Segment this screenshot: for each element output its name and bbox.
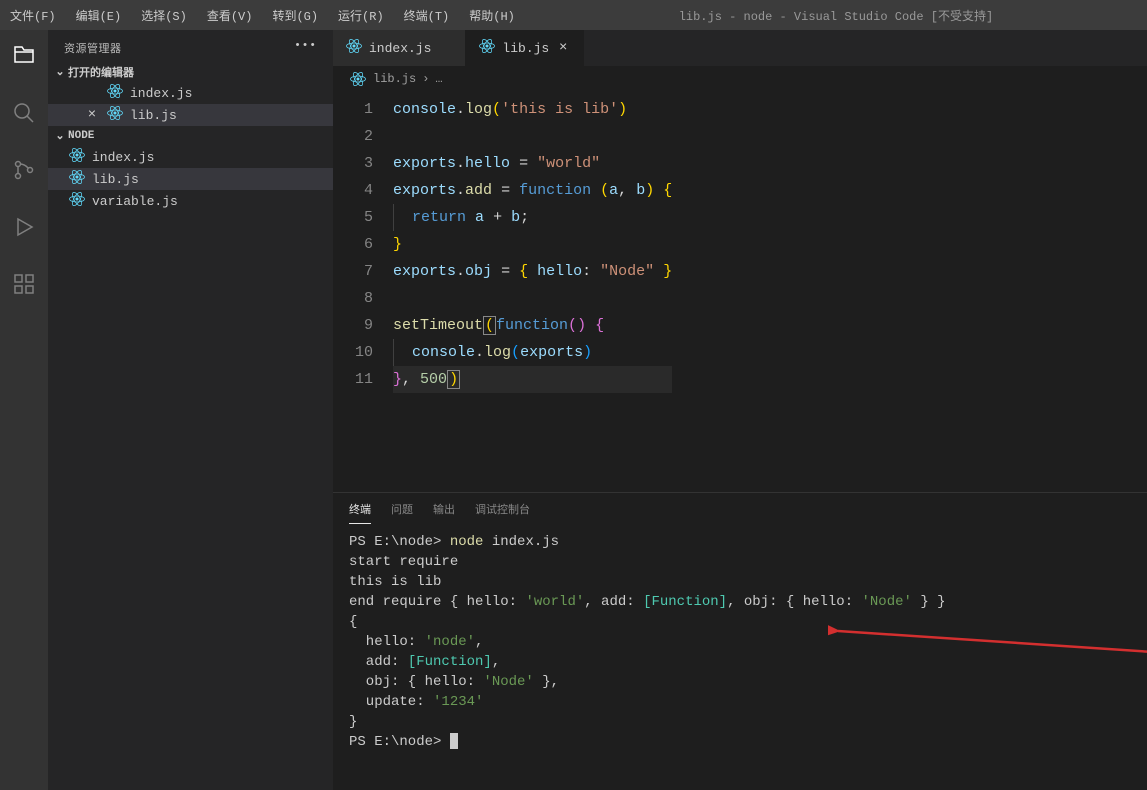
more-icon[interactable]: ••• — [294, 40, 317, 56]
react-icon — [349, 70, 367, 88]
terminal-output[interactable]: PS E:\node> node index.jsstart requireth… — [333, 524, 1147, 790]
file-item[interactable]: lib.js — [48, 168, 333, 190]
menu-bar: 文件(F)编辑(E)选择(S)查看(V)转到(G)运行(R)终端(T)帮助(H) — [0, 7, 525, 24]
menu-item[interactable]: 转到(G) — [262, 7, 328, 24]
breadcrumb-more: … — [435, 72, 442, 86]
code-editor[interactable]: 1234567891011 console.log('this is lib')… — [333, 92, 1147, 492]
editor-area: index.js lib.js × lib.js › … 12345678910… — [333, 30, 1147, 790]
chevron-down-icon: ⌄ — [52, 128, 68, 144]
react-icon — [68, 168, 86, 190]
react-icon — [478, 37, 496, 59]
react-icon — [68, 190, 86, 212]
sidebar-title: 资源管理器 — [64, 40, 122, 56]
tab-label: index.js — [369, 41, 431, 56]
react-icon — [68, 146, 86, 168]
sidebar: 资源管理器 ••• ⌄ 打开的编辑器 index.js × lib.js ⌄ N… — [48, 30, 333, 790]
panel-tab[interactable]: 调试控制台 — [475, 501, 530, 524]
open-editor-item[interactable]: index.js — [48, 82, 333, 104]
menu-item[interactable]: 文件(F) — [0, 7, 66, 24]
placeholder — [84, 85, 100, 101]
panel-tab[interactable]: 问题 — [391, 501, 413, 524]
panel-tabs: 终端问题输出调试控制台 — [333, 493, 1147, 524]
menu-item[interactable]: 编辑(E) — [66, 7, 132, 24]
file-item[interactable]: index.js — [48, 146, 333, 168]
open-editor-item[interactable]: × lib.js — [48, 104, 333, 126]
chevron-down-icon: ⌄ — [52, 64, 68, 80]
line-numbers: 1234567891011 — [333, 96, 393, 492]
open-editors-label: 打开的编辑器 — [68, 64, 134, 80]
chevron-right-icon: › — [422, 72, 429, 86]
menu-item[interactable]: 查看(V) — [197, 7, 263, 24]
file-label: index.js — [130, 86, 192, 101]
tab-label: lib.js — [502, 41, 549, 56]
react-icon — [106, 104, 124, 126]
titlebar: 文件(F)编辑(E)选择(S)查看(V)转到(G)运行(R)终端(T)帮助(H)… — [0, 0, 1147, 30]
window-title: lib.js - node - Visual Studio Code [不受支持… — [525, 7, 1147, 24]
activity-bar — [0, 30, 48, 790]
menu-item[interactable]: 运行(R) — [328, 7, 394, 24]
panel-tab[interactable]: 终端 — [349, 501, 371, 524]
breadcrumb[interactable]: lib.js › … — [333, 66, 1147, 92]
search-icon[interactable] — [8, 97, 40, 134]
source-control-icon[interactable] — [8, 154, 40, 191]
menu-item[interactable]: 终端(T) — [394, 7, 460, 24]
react-icon — [106, 82, 124, 104]
react-icon — [345, 37, 363, 59]
file-item[interactable]: variable.js — [48, 190, 333, 212]
file-label: lib.js — [130, 108, 177, 123]
file-label: index.js — [92, 150, 154, 165]
project-header[interactable]: ⌄ NODE — [48, 126, 333, 146]
editor-tabs: index.js lib.js × — [333, 30, 1147, 66]
close-icon[interactable]: × — [84, 107, 100, 123]
menu-item[interactable]: 选择(S) — [131, 7, 197, 24]
bottom-panel: 终端问题输出调试控制台 PS E:\node> node index.jssta… — [333, 492, 1147, 790]
file-label: lib.js — [92, 172, 139, 187]
project-name: NODE — [68, 130, 94, 142]
menu-item[interactable]: 帮助(H) — [459, 7, 525, 24]
breadcrumb-file: lib.js — [373, 72, 416, 86]
close-icon[interactable]: × — [555, 40, 571, 56]
panel-tab[interactable]: 输出 — [433, 501, 455, 524]
debug-icon[interactable] — [8, 211, 40, 248]
open-editors-header[interactable]: ⌄ 打开的编辑器 — [48, 62, 333, 82]
editor-tab[interactable]: lib.js × — [466, 30, 584, 66]
editor-tab[interactable]: index.js — [333, 30, 466, 66]
code-lines[interactable]: console.log('this is lib') exports.hello… — [393, 96, 672, 492]
file-label: variable.js — [92, 194, 178, 209]
explorer-icon[interactable] — [8, 40, 40, 77]
extensions-icon[interactable] — [8, 268, 40, 305]
